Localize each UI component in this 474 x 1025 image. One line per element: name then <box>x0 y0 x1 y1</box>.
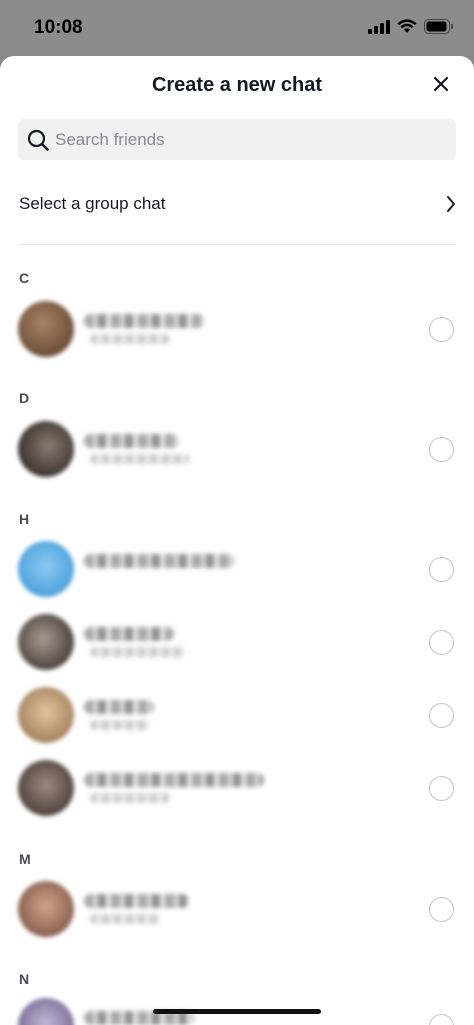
friend-row[interactable] <box>0 296 474 362</box>
avatar <box>18 687 74 743</box>
friend-row[interactable] <box>0 536 474 602</box>
home-indicator[interactable] <box>153 1009 321 1014</box>
select-radio[interactable] <box>429 557 454 582</box>
search-input[interactable] <box>55 129 435 150</box>
status-icons <box>368 19 454 34</box>
username-redacted <box>90 647 185 657</box>
section-letter: N <box>19 971 30 987</box>
avatar <box>18 301 74 357</box>
select-radio[interactable] <box>429 776 454 801</box>
friend-row[interactable] <box>0 682 474 748</box>
section-letter: H <box>19 511 30 527</box>
name-redacted <box>84 700 154 714</box>
select-group-chat-row[interactable]: Select a group chat <box>0 176 474 232</box>
status-bar: 10:08 <box>0 0 474 56</box>
select-radio[interactable] <box>429 1014 454 1025</box>
search-bar[interactable] <box>18 119 456 160</box>
signal-icon <box>368 19 390 34</box>
name-redacted <box>84 894 189 908</box>
username-redacted <box>90 334 170 344</box>
new-chat-sheet: Create a new chat Select a group chat C … <box>0 56 474 1025</box>
group-chat-label: Select a group chat <box>19 194 166 213</box>
sheet-title: Create a new chat <box>151 74 323 96</box>
select-radio[interactable] <box>429 630 454 655</box>
avatar <box>18 998 74 1025</box>
friend-row[interactable] <box>0 876 474 942</box>
select-radio[interactable] <box>429 437 454 462</box>
select-radio[interactable] <box>429 897 454 922</box>
close-icon <box>434 77 448 91</box>
name-redacted <box>84 773 264 787</box>
battery-icon <box>424 19 453 34</box>
status-time: 10:08 <box>34 17 83 38</box>
section-letter: D <box>19 390 30 406</box>
chevron-right-icon <box>447 196 455 212</box>
avatar <box>18 421 74 477</box>
name-redacted <box>84 627 174 641</box>
avatar <box>18 881 74 937</box>
avatar <box>18 541 74 597</box>
friend-row[interactable] <box>0 416 474 482</box>
wifi-icon <box>397 19 417 33</box>
select-radio[interactable] <box>429 703 454 728</box>
close-button[interactable] <box>430 73 452 95</box>
username-redacted <box>90 914 160 924</box>
select-radio[interactable] <box>429 317 454 342</box>
name-redacted <box>84 314 204 328</box>
name-redacted <box>84 554 234 568</box>
name-redacted <box>84 434 179 448</box>
section-letter: C <box>19 270 30 286</box>
search-icon <box>27 129 49 151</box>
avatar <box>18 760 74 816</box>
username-redacted <box>90 720 150 730</box>
section-letter: M <box>19 851 31 867</box>
username-redacted <box>90 793 170 803</box>
divider <box>18 244 456 245</box>
username-redacted <box>90 454 190 464</box>
friend-row[interactable] <box>0 609 474 675</box>
friend-row[interactable] <box>0 755 474 821</box>
avatar <box>18 614 74 670</box>
